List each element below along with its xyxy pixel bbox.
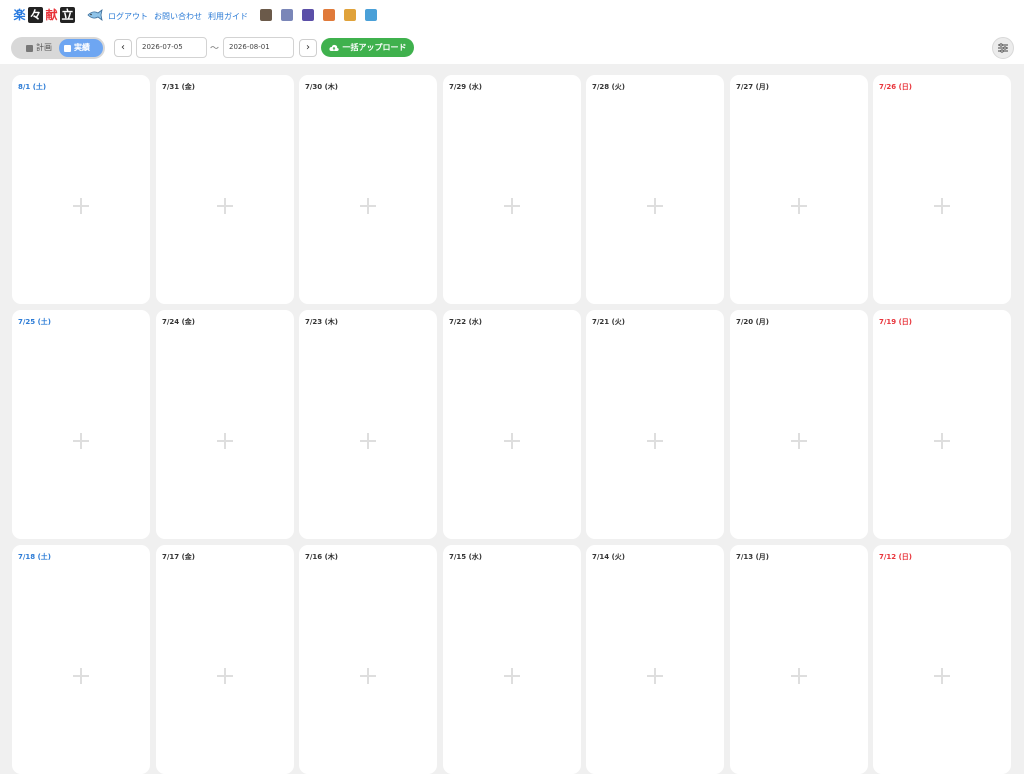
day-card[interactable]: 7/31 (金) bbox=[156, 75, 294, 304]
day-card[interactable]: 7/25 (土) bbox=[12, 310, 150, 539]
add-icon[interactable] bbox=[789, 196, 809, 216]
add-icon[interactable] bbox=[789, 431, 809, 451]
add-icon[interactable] bbox=[645, 666, 665, 686]
add-icon[interactable] bbox=[502, 431, 522, 451]
add-icon[interactable] bbox=[932, 196, 952, 216]
cloud-upload-icon bbox=[328, 44, 339, 51]
day-card[interactable]: 7/20 (月) bbox=[730, 310, 868, 539]
day-card-date: 7/14 (火) bbox=[592, 553, 626, 561]
fire-icon[interactable] bbox=[323, 9, 335, 21]
mode-plan-label: 計画 bbox=[36, 43, 52, 52]
bulk-upload-button[interactable]: 一括アップロード bbox=[321, 38, 414, 57]
day-card[interactable]: 7/19 (日) bbox=[873, 310, 1011, 539]
day-card-date: 7/13 (月) bbox=[736, 553, 770, 561]
day-card[interactable]: 7/22 (水) bbox=[443, 310, 581, 539]
settings-button[interactable] bbox=[992, 37, 1014, 59]
book-icon[interactable] bbox=[302, 9, 314, 21]
add-icon[interactable] bbox=[358, 196, 378, 216]
mode-plan[interactable]: 計画 bbox=[21, 39, 57, 57]
day-card[interactable]: 7/28 (火) bbox=[586, 75, 724, 304]
mode-actual[interactable]: 実績 bbox=[59, 39, 103, 57]
day-card[interactable]: 7/17 (金) bbox=[156, 545, 294, 774]
day-card-date: 7/22 (水) bbox=[449, 318, 483, 326]
day-card-date: 7/21 (火) bbox=[592, 318, 626, 326]
add-icon[interactable] bbox=[645, 431, 665, 451]
day-card-date: 7/26 (日) bbox=[879, 83, 913, 91]
day-card[interactable]: 7/12 (日) bbox=[873, 545, 1011, 774]
logo-char: 献 bbox=[44, 7, 59, 23]
rice-bowl-icon[interactable] bbox=[260, 9, 272, 21]
app-logo[interactable]: 楽 々 献 立 bbox=[12, 7, 75, 23]
camera-icon bbox=[64, 44, 71, 52]
day-card-date: 7/23 (木) bbox=[305, 318, 339, 326]
contact-link[interactable]: お問い合わせ bbox=[154, 11, 202, 22]
start-date-input[interactable]: 2026-07-05 bbox=[136, 37, 207, 58]
end-date-input[interactable]: 2026-08-01 bbox=[223, 37, 294, 58]
day-card-date: 7/30 (木) bbox=[305, 83, 339, 91]
calendar-icon[interactable] bbox=[281, 9, 293, 21]
mode-actual-label: 実績 bbox=[74, 43, 90, 52]
day-card[interactable]: 7/26 (日) bbox=[873, 75, 1011, 304]
next-button[interactable]: › bbox=[299, 39, 317, 57]
day-card[interactable]: 7/23 (木) bbox=[299, 310, 437, 539]
day-card-date: 7/31 (金) bbox=[162, 83, 196, 91]
day-card-date: 7/12 (日) bbox=[879, 553, 913, 561]
add-icon[interactable] bbox=[502, 196, 522, 216]
day-card[interactable]: 7/27 (月) bbox=[730, 75, 868, 304]
day-card[interactable]: 7/13 (月) bbox=[730, 545, 868, 774]
day-card-date: 7/25 (土) bbox=[18, 318, 52, 326]
day-card[interactable]: 8/1 (土) bbox=[12, 75, 150, 304]
logout-link[interactable]: ログアウト bbox=[108, 11, 148, 22]
day-card-date: 7/19 (日) bbox=[879, 318, 913, 326]
range-separator: ～ bbox=[210, 44, 220, 54]
day-card-date: 8/1 (土) bbox=[18, 83, 47, 91]
day-card-date: 7/28 (火) bbox=[592, 83, 626, 91]
add-icon[interactable] bbox=[645, 196, 665, 216]
bulk-upload-label: 一括アップロード bbox=[342, 43, 407, 52]
notebook-icon[interactable] bbox=[365, 9, 377, 21]
calendar-icon bbox=[26, 44, 33, 52]
add-icon[interactable] bbox=[932, 431, 952, 451]
add-icon[interactable] bbox=[215, 666, 235, 686]
add-icon[interactable] bbox=[71, 666, 91, 686]
prev-button[interactable]: ‹ bbox=[114, 39, 132, 57]
day-card-date: 7/15 (水) bbox=[449, 553, 483, 561]
add-icon[interactable] bbox=[215, 431, 235, 451]
day-card[interactable]: 7/18 (土) bbox=[12, 545, 150, 774]
day-card[interactable]: 7/16 (木) bbox=[299, 545, 437, 774]
logo-char: 楽 bbox=[12, 7, 27, 23]
add-icon[interactable] bbox=[358, 666, 378, 686]
add-icon[interactable] bbox=[71, 196, 91, 216]
guide-link[interactable]: 利用ガイド bbox=[208, 11, 248, 22]
day-card-date: 7/29 (水) bbox=[449, 83, 483, 91]
day-card-date: 7/17 (金) bbox=[162, 553, 196, 561]
day-card-date: 7/20 (月) bbox=[736, 318, 770, 326]
add-icon[interactable] bbox=[215, 196, 235, 216]
mode-toggle[interactable]: 計画 実績 bbox=[11, 37, 105, 59]
day-card-date: 7/24 (金) bbox=[162, 318, 196, 326]
add-icon[interactable] bbox=[71, 431, 91, 451]
header: 楽 々 献 立 ログアウト お問い合わせ 利用ガイド 計画 実績 ‹ 2026-… bbox=[0, 0, 1024, 64]
day-card-date: 7/16 (木) bbox=[305, 553, 339, 561]
fish-icon bbox=[87, 9, 103, 21]
add-icon[interactable] bbox=[358, 431, 378, 451]
day-card-date: 7/18 (土) bbox=[18, 553, 52, 561]
scroll-icon[interactable] bbox=[344, 9, 356, 21]
day-card[interactable]: 7/14 (火) bbox=[586, 545, 724, 774]
logo-char: 々 bbox=[28, 7, 43, 23]
logo-char: 立 bbox=[60, 7, 75, 23]
day-card[interactable]: 7/29 (水) bbox=[443, 75, 581, 304]
sliders-icon bbox=[998, 43, 1008, 53]
day-card[interactable]: 7/24 (金) bbox=[156, 310, 294, 539]
app-shortcuts bbox=[260, 9, 377, 21]
day-card[interactable]: 7/21 (火) bbox=[586, 310, 724, 539]
header-links: ログアウト お問い合わせ 利用ガイド bbox=[108, 11, 248, 22]
day-card-date: 7/27 (月) bbox=[736, 83, 770, 91]
day-card[interactable]: 7/30 (木) bbox=[299, 75, 437, 304]
add-icon[interactable] bbox=[502, 666, 522, 686]
add-icon[interactable] bbox=[789, 666, 809, 686]
add-icon[interactable] bbox=[932, 666, 952, 686]
day-card[interactable]: 7/15 (水) bbox=[443, 545, 581, 774]
